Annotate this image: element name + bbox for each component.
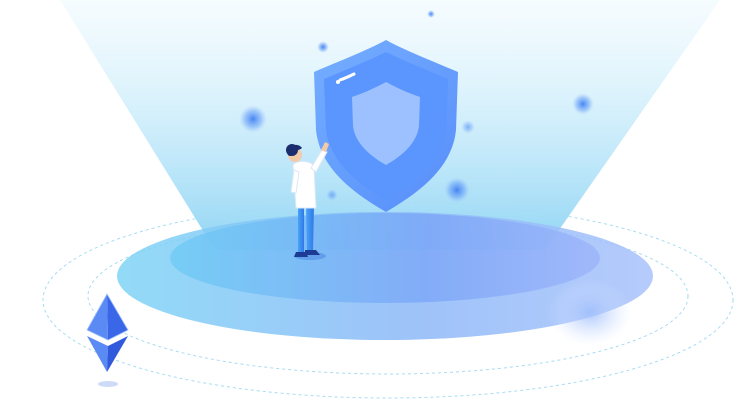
orb bbox=[239, 105, 267, 133]
orb bbox=[572, 93, 594, 115]
security-illustration bbox=[0, 0, 750, 412]
orb bbox=[444, 177, 470, 203]
orb bbox=[326, 189, 338, 201]
orb bbox=[427, 10, 435, 18]
illustration-canvas bbox=[42, 0, 734, 399]
ethereum-crystal-icon bbox=[86, 293, 129, 387]
orb bbox=[461, 120, 475, 134]
orb bbox=[317, 41, 329, 53]
platform-glow bbox=[548, 278, 632, 346]
platform-top bbox=[170, 213, 600, 303]
